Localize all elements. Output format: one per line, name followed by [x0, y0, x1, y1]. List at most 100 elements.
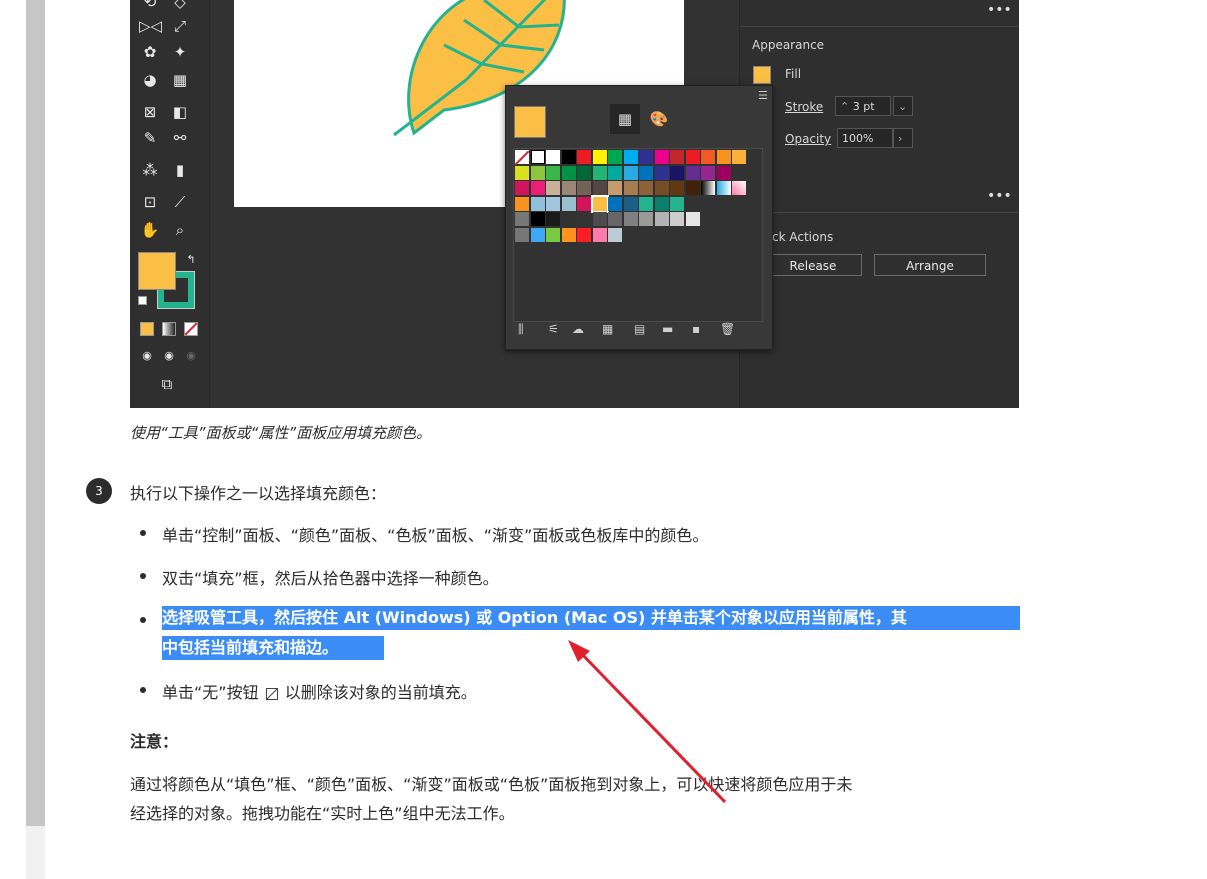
color-swatch[interactable]	[590, 194, 609, 213]
color-swatch[interactable]	[608, 196, 622, 211]
scroll-rail[interactable]	[26, 0, 45, 826]
panel-menu-icon[interactable]: ☰	[752, 86, 774, 106]
fill-box-front[interactable]	[138, 252, 176, 290]
color-swatch[interactable]	[592, 227, 607, 242]
color-swatch[interactable]	[577, 181, 591, 195]
hand-icon[interactable]: ✋	[139, 220, 161, 240]
swap-fill-stroke-icon[interactable]: ↰	[180, 250, 202, 270]
puppet-warp-icon[interactable]: ✿	[139, 42, 161, 62]
color-swatch[interactable]	[577, 165, 591, 180]
color-swatch[interactable]	[701, 165, 715, 180]
color-swatch[interactable]	[639, 196, 653, 211]
gradient-icon[interactable]: ◧	[169, 102, 191, 122]
color-swatch[interactable]	[670, 150, 684, 164]
delete-icon[interactable]: 🗑	[720, 322, 735, 336]
cc-library-icon[interactable]: ☁	[572, 322, 584, 336]
color-swatch[interactable]	[530, 181, 545, 195]
color-swatch[interactable]	[685, 212, 700, 226]
rotate-icon[interactable]: ⟲	[139, 0, 161, 12]
color-swatch[interactable]	[577, 227, 591, 242]
color-swatch[interactable]	[685, 181, 700, 195]
reflect-icon[interactable]: ▷◁	[139, 16, 162, 36]
new-color-group-icon[interactable]: ▤	[634, 322, 645, 336]
color-swatch[interactable]	[561, 150, 576, 164]
column-graph-icon[interactable]: ▮	[169, 160, 191, 180]
color-swatch[interactable]	[546, 196, 560, 211]
zoom-icon[interactable]: ⌕	[169, 220, 191, 240]
color-swatch[interactable]	[515, 227, 529, 242]
color-swatch[interactable]	[670, 212, 684, 226]
color-swatch[interactable]	[608, 165, 622, 180]
color-swatch[interactable]	[530, 196, 545, 211]
gradient-mode-icon[interactable]	[162, 322, 176, 336]
color-swatch[interactable]	[608, 212, 622, 226]
color-swatch[interactable]	[623, 165, 638, 180]
color-swatch[interactable]	[654, 196, 669, 211]
color-swatch[interactable]	[561, 181, 576, 195]
pin-icon[interactable]: ✦	[169, 42, 191, 62]
color-swatch[interactable]	[608, 227, 622, 242]
chevron-down-icon[interactable]: ⌄	[893, 96, 913, 116]
folder-icon[interactable]: ▬	[662, 322, 673, 336]
artboard-icon[interactable]: ⊡	[139, 192, 161, 212]
color-swatch[interactable]	[623, 196, 638, 211]
more-options-icon[interactable]: •••	[987, 2, 1012, 18]
color-swatch[interactable]	[546, 165, 560, 180]
fill-swatch-small[interactable]	[753, 66, 771, 84]
color-swatch[interactable]	[530, 212, 545, 226]
color-swatch[interactable]	[716, 181, 731, 195]
color-swatch[interactable]	[592, 165, 607, 180]
none-mode-icon[interactable]	[184, 322, 198, 336]
screen-mode-icon[interactable]: ⧉	[156, 374, 178, 394]
color-swatch[interactable]	[639, 165, 653, 180]
color-swatch[interactable]	[670, 165, 684, 180]
color-swatch[interactable]	[514, 150, 530, 166]
color-tab-icon[interactable]: 🎨	[644, 104, 674, 134]
color-swatch[interactable]	[577, 150, 591, 164]
color-swatch[interactable]	[639, 150, 653, 164]
color-swatch[interactable]	[577, 196, 591, 211]
color-swatch[interactable]	[685, 150, 700, 164]
color-swatch[interactable]	[546, 181, 560, 195]
color-swatch[interactable]	[546, 212, 560, 226]
swatch-libraries-icon[interactable]: ⫼	[518, 322, 524, 337]
color-swatch[interactable]	[623, 150, 638, 164]
color-swatch[interactable]	[623, 181, 638, 195]
color-swatch[interactable]	[530, 150, 545, 164]
color-swatch[interactable]	[608, 150, 622, 164]
color-swatch[interactable]	[716, 150, 731, 164]
color-swatch[interactable]	[592, 181, 607, 195]
color-mode-icon[interactable]	[140, 322, 154, 336]
perspective-icon[interactable]: ▦	[169, 70, 191, 90]
color-swatch[interactable]	[639, 212, 653, 226]
show-kinds-icon[interactable]: ⚟	[548, 322, 559, 336]
color-swatch[interactable]	[608, 181, 622, 195]
arrange-button[interactable]: Arrange	[874, 254, 986, 276]
color-swatch[interactable]	[654, 165, 669, 180]
draw-behind-icon[interactable]: ◉	[158, 346, 180, 366]
eyedropper-icon[interactable]: ✎	[139, 128, 161, 148]
color-swatch[interactable]	[530, 227, 545, 242]
color-swatch[interactable]	[654, 150, 669, 164]
color-swatch[interactable]	[515, 196, 529, 211]
color-swatch[interactable]	[670, 196, 684, 211]
default-colors-icon[interactable]	[138, 296, 147, 305]
color-swatch[interactable]	[670, 181, 684, 195]
swatch-options-icon[interactable]: ▦	[602, 322, 613, 336]
color-swatch[interactable]	[623, 212, 638, 226]
mesh-icon[interactable]: ⊠	[139, 102, 161, 122]
color-swatch[interactable]	[701, 150, 715, 164]
highlighted-text-line-1[interactable]: 选择吸管工具，然后按住 Alt (Windows) 或 Option (Mac …	[162, 606, 1020, 630]
color-swatch[interactable]	[701, 181, 715, 195]
release-button[interactable]: Release	[764, 254, 862, 276]
opacity-label[interactable]: Opacity	[785, 132, 831, 146]
chevron-right-icon[interactable]: ›	[893, 128, 913, 148]
color-swatch[interactable]	[577, 212, 591, 226]
scale-icon[interactable]: ⤢	[169, 16, 191, 36]
color-swatch[interactable]	[732, 150, 746, 164]
color-swatch[interactable]	[546, 150, 560, 164]
color-swatch[interactable]	[654, 181, 669, 195]
color-swatch[interactable]	[654, 212, 669, 226]
draw-normal-icon[interactable]: ◉	[136, 346, 158, 366]
symbol-sprayer-icon[interactable]: ⁂	[139, 160, 161, 180]
